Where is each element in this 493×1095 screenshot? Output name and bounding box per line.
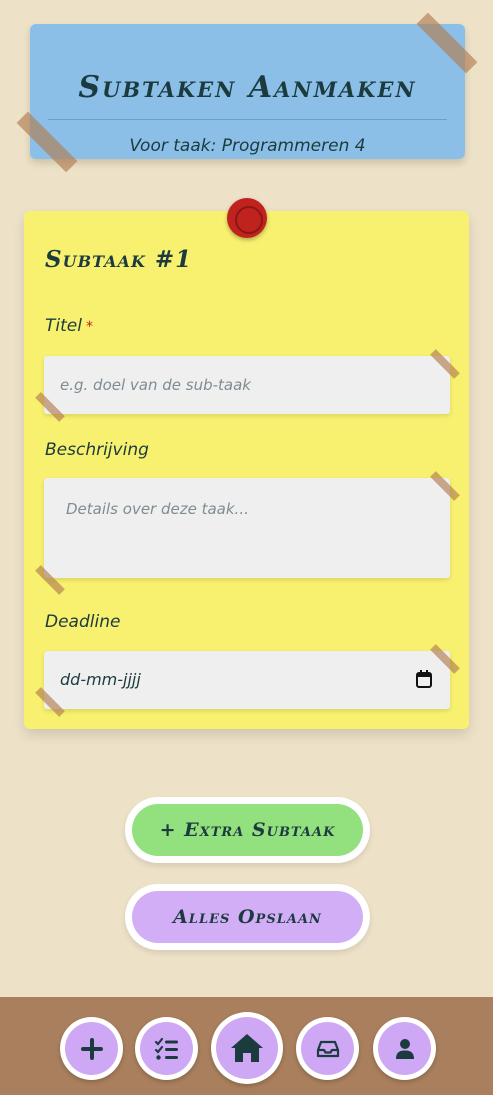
subtask-heading: Subtaak #1	[45, 246, 193, 273]
list-check-icon	[154, 1037, 178, 1060]
page-title: Subtaken Aanmaken	[78, 70, 417, 105]
plus-icon	[80, 1037, 103, 1060]
required-marker: *	[85, 319, 93, 335]
deadline-label: Deadline	[45, 612, 121, 632]
save-all-button[interactable]: Alles Opslaan	[125, 884, 370, 950]
nav-tasks-button[interactable]	[135, 1017, 198, 1080]
nav-profile-button[interactable]	[373, 1017, 436, 1080]
page-subtitle: Voor taak: Programmeren 4	[129, 136, 366, 156]
calendar-icon[interactable]	[416, 670, 432, 688]
nav-inbox-button[interactable]	[296, 1017, 359, 1080]
inbox-icon	[316, 1040, 339, 1057]
deadline-value: dd-mm-jjjj	[60, 670, 141, 689]
deadline-date-input[interactable]: dd-mm-jjjj	[44, 651, 450, 709]
user-icon	[395, 1038, 414, 1059]
title-input[interactable]	[44, 356, 450, 414]
pushpin-icon	[227, 198, 267, 238]
title-label-text: Titel	[45, 316, 82, 336]
description-label: Beschrijving	[45, 440, 149, 460]
home-icon	[231, 1034, 263, 1062]
description-textarea[interactable]	[44, 478, 450, 578]
title-label: Titel *	[45, 316, 93, 336]
nav-home-button[interactable]	[211, 1012, 283, 1084]
header-divider	[48, 119, 447, 120]
page: Subtaken Aanmaken Voor taak: Programmere…	[0, 0, 493, 1095]
add-subtask-label: + Extra Subtaak	[132, 804, 363, 856]
header-note: Subtaken Aanmaken Voor taak: Programmere…	[30, 24, 465, 159]
nav-add-button[interactable]	[60, 1017, 123, 1080]
add-subtask-button[interactable]: + Extra Subtaak	[125, 797, 370, 863]
save-all-label: Alles Opslaan	[132, 891, 363, 943]
